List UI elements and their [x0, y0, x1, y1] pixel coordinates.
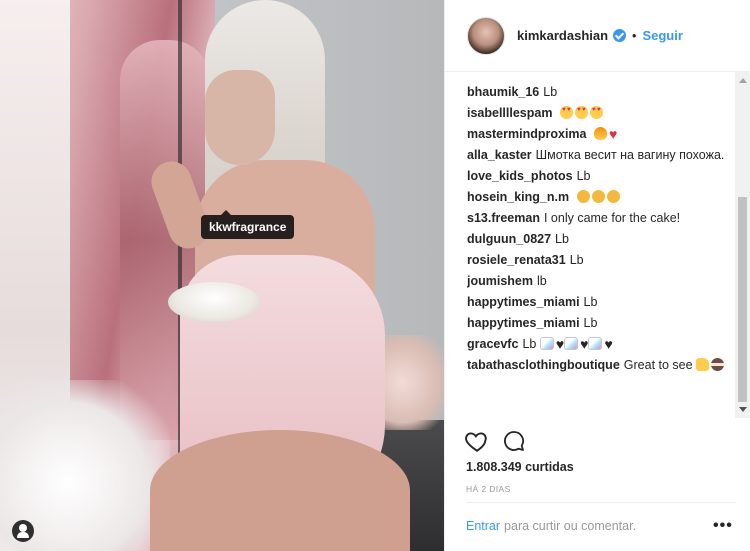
comment-item: hosein_king_n.m — [467, 189, 729, 206]
comment-item: bhaumik_16 Lb — [467, 84, 729, 101]
partially-hidden-comment — [467, 72, 729, 78]
more-options-button[interactable]: ••• — [713, 518, 733, 534]
comment-text: Lb — [543, 85, 558, 99]
comment-item: happytimes_miami Lb — [467, 315, 729, 332]
comment-text: I only came for the cake! — [543, 211, 681, 225]
comment-item: rosiele_renata31 Lb — [467, 252, 729, 269]
cake-emoji-icon — [711, 358, 725, 371]
comment-username[interactable]: gracevfc — [467, 337, 518, 351]
header-separator: • — [632, 28, 637, 43]
follow-button[interactable]: Seguir — [642, 28, 682, 43]
comment-username[interactable]: mastermindproxima — [467, 127, 586, 141]
comment-username[interactable]: s13.freeman — [467, 211, 540, 225]
comment-username[interactable]: tabathasclothingboutique — [467, 358, 620, 372]
comment-text: Lb — [555, 232, 569, 246]
comment-text: Great to see — [623, 358, 693, 372]
comment-item: dulguun_0827 Lb — [467, 231, 729, 248]
comment-username[interactable]: rosiele_renata31 — [467, 253, 566, 267]
scroll-down-arrow-icon[interactable] — [739, 407, 747, 412]
heart-eyes-emoji-icon — [589, 106, 603, 119]
footer-divider — [466, 502, 736, 503]
heart-eyes-emoji-icon — [559, 106, 573, 119]
comment-text: Lb — [583, 295, 598, 309]
comment-item: love_kids_photos Lb — [467, 168, 729, 185]
comment-item: mastermindproxima ♥ — [467, 126, 729, 143]
unicorn-emoji-icon — [539, 337, 554, 350]
post-photo[interactable]: kkwfragrance — [0, 0, 444, 551]
comment-item: joumishem lb — [467, 273, 729, 290]
avatar[interactable] — [467, 16, 505, 55]
comment-item: gracevfc Lb ♥ ♥ ♥ — [467, 336, 729, 353]
comment-username[interactable]: love_kids_photos — [467, 169, 573, 183]
grin-emoji-icon — [591, 190, 605, 203]
black-heart-emoji-icon: ♥ — [580, 336, 589, 352]
comment-username[interactable]: happytimes_miami — [467, 316, 580, 330]
user-tag-icon[interactable] — [12, 520, 34, 542]
scrollbar-thumb[interactable] — [738, 197, 747, 402]
instagram-post-view: kkwfragrance kimkardashian • Seguir bhau… — [0, 0, 750, 551]
comment-text: Lb — [522, 337, 537, 351]
likes-count[interactable]: 1.808.349 curtidas — [466, 460, 574, 474]
comment-username[interactable]: isabellllespam — [467, 106, 552, 120]
red-heart-emoji-icon: ♥ — [608, 126, 618, 142]
comment-text: Шмотка весит на вагину похожа. — [535, 148, 725, 162]
login-prompt-text: para curtir ou comentar. — [504, 519, 637, 533]
photo-user-tag[interactable]: kkwfragrance — [201, 210, 295, 239]
comments-list[interactable]: bhaumik_16 Lb isabellllespam mastermindpro… — [467, 72, 729, 418]
thumbs-up-emoji-icon — [696, 358, 710, 371]
fire-emoji-icon — [593, 127, 607, 140]
photo-cake — [168, 282, 260, 322]
post-header: kimkardashian • Seguir — [445, 0, 750, 72]
comment-username[interactable]: dulguun_0827 — [467, 232, 551, 246]
comment-username[interactable]: bhaumik_16 — [467, 85, 539, 99]
post-timestamp[interactable]: HÁ 2 DIAS — [466, 484, 511, 494]
comment-bubble-icon[interactable] — [502, 429, 526, 453]
comment-item: s13.freeman I only came for the cake! — [467, 210, 729, 227]
tongue-emoji-icon — [606, 190, 620, 203]
login-link[interactable]: Entrar — [466, 519, 500, 533]
black-heart-emoji-icon: ♥ — [604, 336, 613, 352]
comment-item: happytimes_miami Lb — [467, 294, 729, 311]
grin-emoji-icon — [576, 190, 590, 203]
scroll-up-arrow-icon[interactable] — [739, 78, 747, 83]
comment-text: Lb — [583, 316, 598, 330]
verified-badge-icon — [613, 29, 627, 42]
comment-item: alla_kaster Шмотка весит на вагину похожа… — [467, 147, 729, 164]
comment-item: isabellllespam — [467, 105, 729, 122]
heart-like-icon[interactable] — [464, 428, 490, 454]
photo-legs — [150, 430, 410, 551]
comments-scrollbar[interactable] — [735, 72, 750, 418]
login-prompt: Entrar para curtir ou comentar. — [466, 519, 636, 533]
comment-username[interactable]: alla_kaster — [467, 148, 532, 162]
comment-username[interactable]: hosein_king_n.m — [467, 190, 569, 204]
comment-text: lb — [537, 274, 547, 288]
heart-eyes-emoji-icon — [574, 106, 588, 119]
black-heart-emoji-icon: ♥ — [555, 336, 565, 352]
comment-username[interactable]: joumishem — [467, 274, 533, 288]
comment-text: Lb — [569, 253, 584, 267]
comment-item: tabathasclothingboutique Great to see — [467, 357, 729, 374]
username-link[interactable]: kimkardashian — [517, 28, 608, 43]
photo-face — [205, 70, 275, 165]
comment-text: Lb — [576, 169, 591, 183]
unicorn-emoji-icon — [588, 337, 603, 350]
unicorn-emoji-icon — [564, 337, 579, 350]
comment-username[interactable]: happytimes_miami — [467, 295, 580, 309]
